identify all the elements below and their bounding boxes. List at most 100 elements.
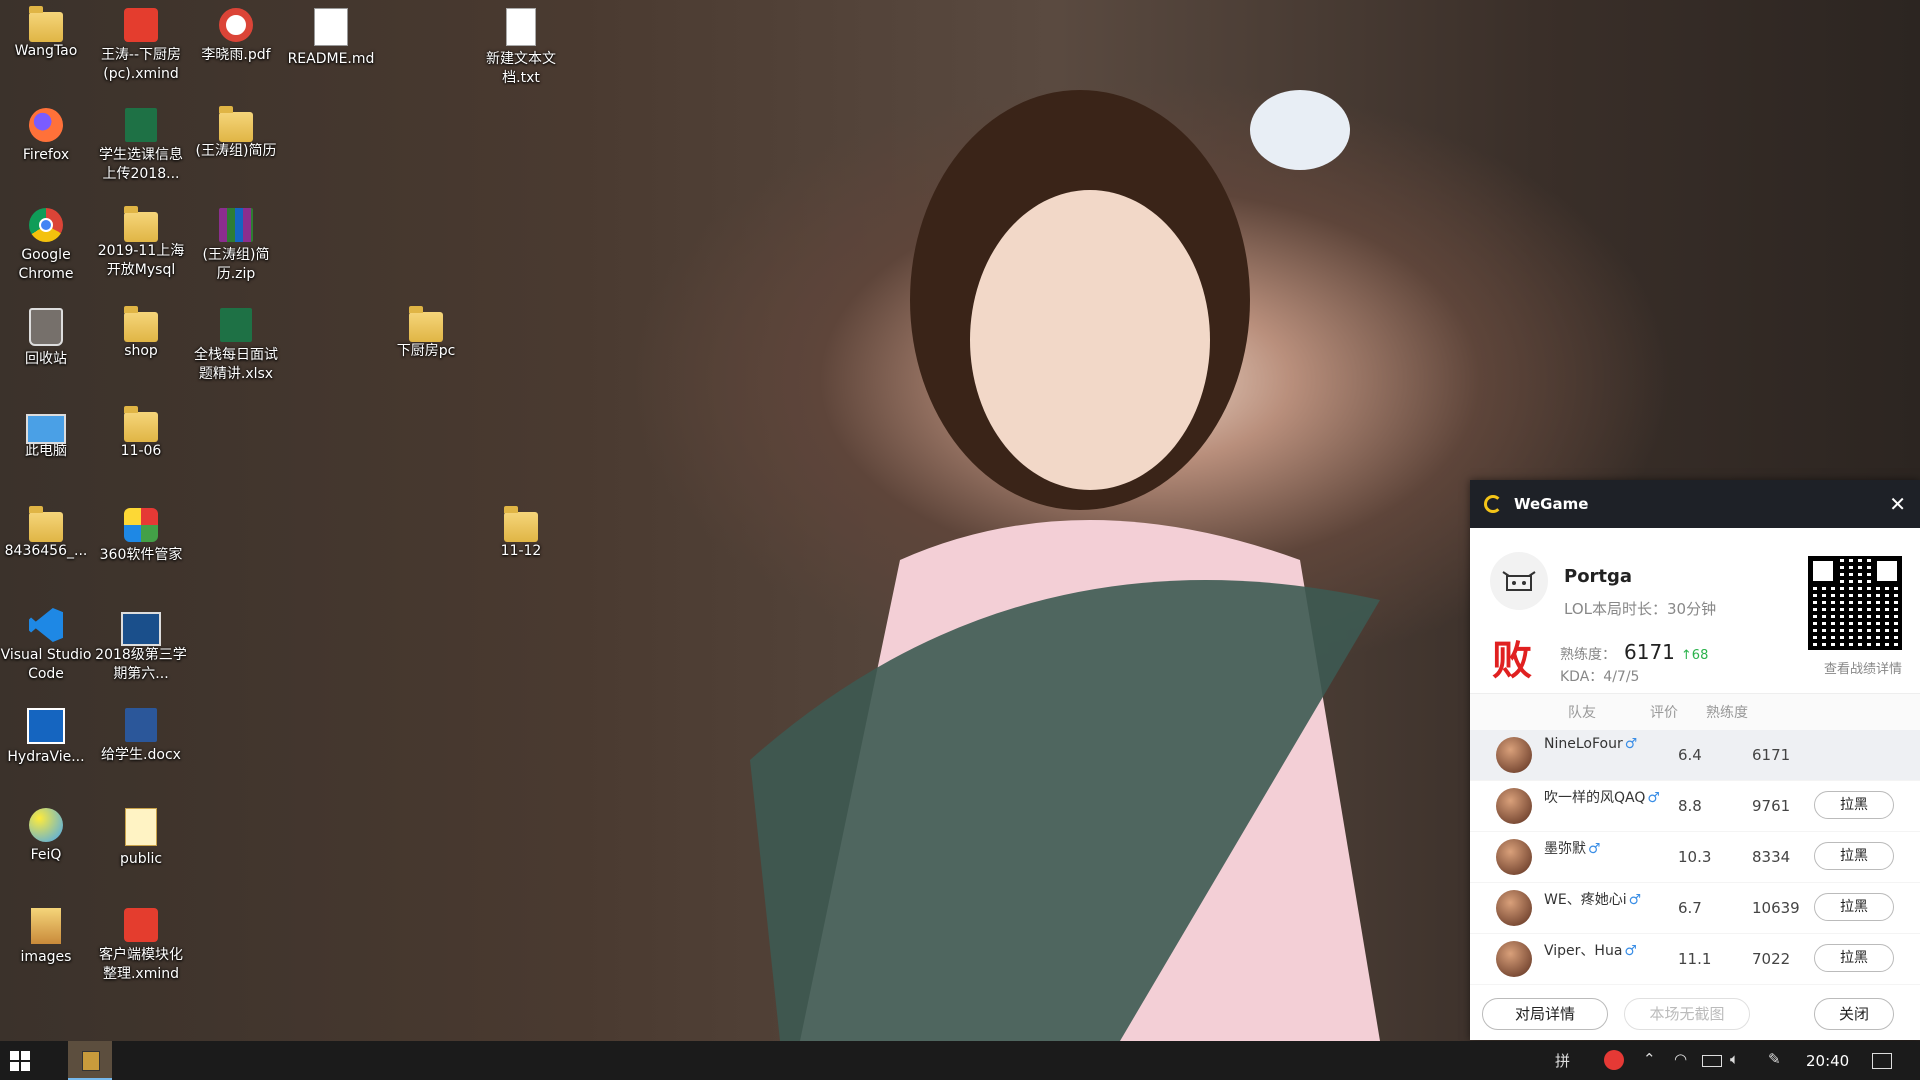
- input-method-icon[interactable]: 拼: [1555, 1050, 1570, 1071]
- teammate-name: 吹一样的风QAQ ♂: [1544, 787, 1660, 807]
- desktop-icon[interactable]: Firefox: [0, 102, 92, 165]
- teammate-name-text: NineLoFour: [1544, 736, 1623, 752]
- desktop-icon[interactable]: 8436456_...: [0, 502, 92, 561]
- teammate-avatar: [1496, 788, 1532, 824]
- male-icon: ♂: [1624, 736, 1638, 752]
- desktop-icon[interactable]: (王涛组)简历.zip: [190, 202, 282, 284]
- win360-icon: [124, 508, 158, 542]
- desktop-icon-label: 2018级第三学期第六...: [95, 647, 187, 682]
- xmind-icon: [124, 908, 158, 942]
- desktop-icon[interactable]: 客户端模块化整理.xmind: [95, 902, 187, 984]
- xlsx-icon: [220, 308, 252, 342]
- desktop-icon-label: README.md: [287, 51, 375, 67]
- desktop-icon-label: 新建文本文档.txt: [486, 51, 556, 86]
- desktop-icon[interactable]: 下厨房pc: [380, 302, 472, 361]
- block-button[interactable]: 拉黑: [1814, 791, 1894, 819]
- teammate-name: NineLoFour ♂: [1544, 736, 1637, 752]
- male-icon: ♂: [1624, 943, 1637, 959]
- desktop-icon-label: 全栈每日面试题精讲.xlsx: [194, 347, 278, 382]
- folder-icon: [124, 406, 158, 442]
- proficiency-delta: ↑68: [1680, 648, 1709, 663]
- player-summary: 败 Portga LOL本局时长：30分钟 熟练度： 6171 ↑68 KDA：4/…: [1470, 528, 1920, 694]
- block-button[interactable]: 拉黑: [1814, 944, 1894, 972]
- teammate-avatar: [1496, 737, 1532, 773]
- desktop-icon-label: 360软件管家: [99, 547, 183, 563]
- desktop-icon-label: 回收站: [25, 351, 67, 367]
- desktop-icon[interactable]: shop: [95, 302, 187, 361]
- desktop-icon[interactable]: 11-06: [95, 402, 187, 461]
- qr-code[interactable]: [1808, 556, 1902, 650]
- desktop-icon[interactable]: README.md: [285, 2, 377, 69]
- avatar-face-icon: [1502, 571, 1536, 591]
- teammate-proficiency: 10639: [1752, 899, 1800, 917]
- teammate-proficiency: 8334: [1752, 848, 1791, 866]
- zip-icon: [219, 208, 253, 242]
- close-button[interactable]: 关闭: [1814, 998, 1894, 1030]
- desktop-icon[interactable]: 2018级第三学期第六...: [95, 602, 187, 684]
- desktop-icon[interactable]: 新建文本文档.txt: [475, 2, 567, 88]
- xmind-icon: [124, 8, 158, 42]
- desktop-icon-label: 11-06: [120, 443, 162, 459]
- desktop-icon-label: 王涛--下厨房(pc).xmind: [100, 47, 182, 82]
- teammate-avatar: [1496, 839, 1532, 875]
- teammate-name-text: 吹一样的风QAQ: [1544, 790, 1646, 806]
- desktop-icon[interactable]: 李晓雨.pdf: [190, 2, 282, 65]
- block-button[interactable]: 拉黑: [1814, 842, 1894, 870]
- desktop-icon[interactable]: (王涛组)简历: [190, 102, 282, 161]
- desktop-icon[interactable]: public: [95, 802, 187, 869]
- teammate-row: 吹一样的风QAQ ♂ 8.8 9761 拉黑: [1470, 781, 1920, 832]
- desktop-icon[interactable]: 此电脑: [0, 402, 92, 461]
- desktop-icon-label: 此电脑: [25, 443, 67, 459]
- pen-icon[interactable]: ✎: [1768, 1050, 1781, 1068]
- desktop-icon[interactable]: WangTao: [0, 2, 92, 61]
- clock[interactable]: 20:40: [1806, 1052, 1849, 1070]
- no-screenshot-button[interactable]: 本场无截图: [1624, 998, 1750, 1030]
- desktop-icon[interactable]: 给学生.docx: [95, 702, 187, 765]
- teammate-row: WE、疼她心i ♂ 6.7 10639 拉黑: [1470, 883, 1920, 934]
- feiq-icon: [29, 808, 63, 842]
- block-button[interactable]: 拉黑: [1814, 893, 1894, 921]
- desktop-icon-label: Google Chrome: [18, 247, 74, 282]
- teammate-score: 6.7: [1678, 899, 1702, 917]
- docx-icon: [125, 708, 157, 742]
- teammate-score: 10.3: [1678, 848, 1712, 866]
- teammate-score: 6.4: [1678, 746, 1702, 764]
- teammate-list: NineLoFour ♂ 6.4 6171 吹一样的风QAQ ♂ 8.8 9761 拉黑 墨弥默 ♂…: [1470, 730, 1920, 985]
- desktop-icon[interactable]: HydraVie...: [0, 702, 92, 767]
- desktop-icon[interactable]: 360软件管家: [95, 502, 187, 565]
- battery-icon[interactable]: [1702, 1055, 1722, 1067]
- folder-icon: [29, 6, 63, 42]
- 360-icon[interactable]: [1604, 1050, 1624, 1070]
- desktop-icon[interactable]: 学生选课信息上传2018...: [95, 102, 187, 184]
- desktop-icon[interactable]: 11-12: [475, 502, 567, 561]
- desktop-icon-label: (王涛组)简历.zip: [202, 247, 270, 282]
- teammate-name: Viper、Hua ♂: [1544, 940, 1637, 960]
- desktop-icon[interactable]: 全栈每日面试题精讲.xlsx: [190, 302, 282, 384]
- notification-icon[interactable]: [1872, 1053, 1892, 1069]
- desktop-icon[interactable]: Visual Studio Code: [0, 602, 92, 684]
- desktop-icon-label: images: [20, 949, 72, 965]
- wifi-icon[interactable]: ◠: [1674, 1050, 1687, 1068]
- desktop-icon[interactable]: FeiQ: [0, 802, 92, 865]
- header-score: 评价: [1650, 705, 1678, 721]
- player-avatar: [1490, 552, 1548, 610]
- match-detail-button[interactable]: 对局详情: [1482, 998, 1608, 1030]
- male-icon: ♂: [1588, 841, 1601, 857]
- vscode-icon: [29, 608, 63, 642]
- taskbar-lol-app-icon[interactable]: [68, 1041, 112, 1080]
- teammate-score: 8.8: [1678, 797, 1702, 815]
- desktop-icon[interactable]: Google Chrome: [0, 202, 92, 284]
- desktop-icon[interactable]: 回收站: [0, 302, 92, 369]
- chevron-up-icon[interactable]: ⌃: [1643, 1050, 1656, 1068]
- qr-label[interactable]: 查看战绩详情: [1824, 658, 1902, 677]
- windows-start-icon[interactable]: [10, 1051, 30, 1071]
- volume-icon[interactable]: 🔈︎: [1730, 1050, 1739, 1068]
- desktop-icon[interactable]: 2019-11上海开放Mysql: [95, 202, 187, 280]
- desktop-icon[interactable]: images: [0, 902, 92, 967]
- desktop-icon[interactable]: 王涛--下厨房(pc).xmind: [95, 2, 187, 84]
- desktop-icon-label: (王涛组)简历: [195, 143, 277, 159]
- kda: KDA：4/7/5: [1560, 669, 1640, 685]
- teammate-avatar: [1496, 890, 1532, 926]
- pdf-icon: [219, 8, 253, 42]
- close-icon[interactable]: ✕: [1889, 492, 1906, 516]
